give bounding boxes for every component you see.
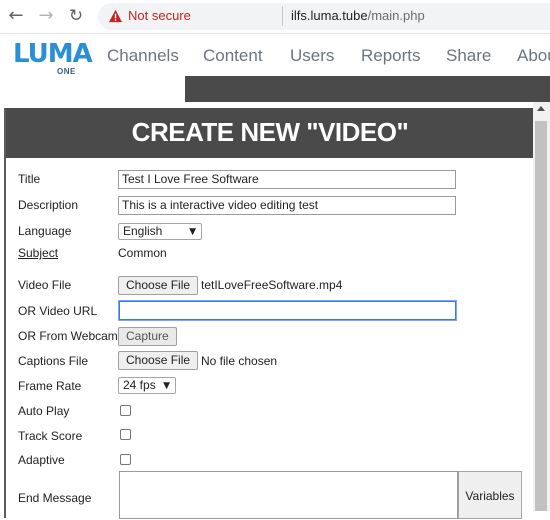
chevron-down-icon: ▼ <box>189 227 196 237</box>
captions-choose-button[interactable]: Choose File <box>118 351 199 370</box>
language-value: English <box>123 224 163 238</box>
captions-label: Captions File <box>18 354 89 368</box>
track-score-checkbox[interactable] <box>120 429 131 440</box>
adaptive-label: Adaptive <box>18 453 65 467</box>
variables-button[interactable]: Variables <box>458 471 522 519</box>
nav-reports[interactable]: Reports <box>361 46 421 66</box>
url-host: ilfs.luma.tube <box>291 8 368 23</box>
scroll-up-arrow-icon[interactable] <box>537 106 545 111</box>
create-video-form: CREATE NEW "VIDEO" Title Test I Love Fre… <box>4 108 534 519</box>
frame-rate-value: 24 fps <box>123 378 156 392</box>
title-input[interactable]: Test I Love Free Software <box>118 170 456 189</box>
warning-icon[interactable] <box>108 9 123 23</box>
video-url-input[interactable] <box>119 301 456 320</box>
scrollbar[interactable] <box>533 102 550 511</box>
video-url-label: OR Video URL <box>18 304 98 318</box>
chevron-down-icon: ▼ <box>163 381 170 391</box>
end-message-textarea[interactable] <box>119 471 458 519</box>
video-file-label: Video File <box>18 278 72 292</box>
logo-text: LUMA <box>13 39 93 69</box>
reload-icon[interactable]: ↻ <box>66 6 86 26</box>
title-label: Title <box>18 172 41 186</box>
frame-rate-label: Frame Rate <box>18 379 82 393</box>
auto-play-label: Auto Play <box>18 404 70 418</box>
nav-users[interactable]: Users <box>290 46 334 66</box>
nav-content[interactable]: Content <box>203 46 263 66</box>
video-file-choose-button[interactable]: Choose File <box>118 276 199 295</box>
site-header: LUMA ONE Channels Content Users Reports … <box>0 34 550 76</box>
url-text[interactable]: ilfs.luma.tube/main.php <box>291 8 425 23</box>
frame-rate-select[interactable]: 24 fps ▼ <box>118 377 176 394</box>
nav-channels[interactable]: Channels <box>107 46 179 66</box>
language-label: Language <box>18 224 72 238</box>
forward-arrow-icon[interactable]: → <box>36 6 56 26</box>
nav-share[interactable]: Share <box>446 46 491 66</box>
adaptive-checkbox[interactable] <box>120 454 131 465</box>
auto-play-checkbox[interactable] <box>120 405 131 416</box>
captions-status: No file chosen <box>201 354 278 368</box>
security-status[interactable]: Not secure <box>128 8 191 23</box>
subject-label[interactable]: Subject <box>18 246 58 260</box>
url-path: /main.php <box>367 8 425 23</box>
webcam-label: OR From Webcam <box>18 329 118 343</box>
back-arrow-icon[interactable]: ← <box>6 6 26 26</box>
description-label: Description <box>18 198 79 212</box>
browser-toolbar: ← → ↻ Not secure ilfs.luma.tube/main.php <box>0 0 550 34</box>
description-input[interactable]: This is a interactive video editing test <box>118 196 456 215</box>
track-score-label: Track Score <box>18 429 83 443</box>
subject-value: Common <box>118 246 167 260</box>
video-file-name: tetILoveFreeSoftware.mp4 <box>201 278 343 292</box>
form-title: CREATE NEW "VIDEO" <box>6 108 534 158</box>
submenu-bar <box>185 76 550 102</box>
address-bar[interactable]: Not secure ilfs.luma.tube/main.php <box>98 3 550 30</box>
capture-button[interactable]: Capture <box>118 327 177 346</box>
language-select[interactable]: English ▼ <box>118 223 202 240</box>
end-message-label: End Message <box>18 491 92 505</box>
scroll-thumb[interactable] <box>535 121 547 511</box>
nav-about[interactable]: About <box>517 46 550 66</box>
luma-logo[interactable]: LUMA ONE <box>13 39 93 76</box>
url-divider <box>282 6 283 26</box>
logo-subtext: ONE <box>57 67 76 76</box>
